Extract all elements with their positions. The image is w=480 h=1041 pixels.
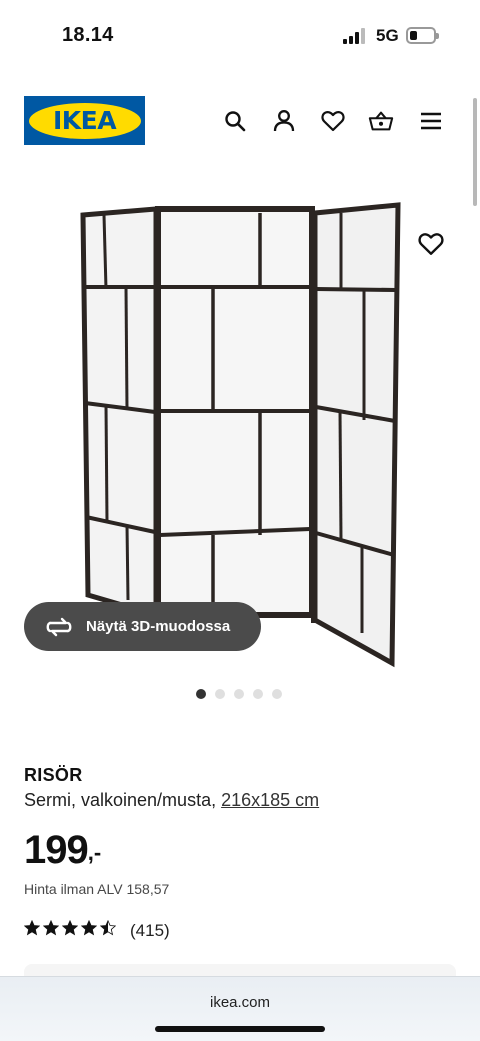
- gallery-pagination[interactable]: [196, 689, 282, 699]
- battery-icon: [406, 27, 439, 44]
- menu-icon[interactable]: [418, 108, 444, 134]
- status-time: 18.14: [62, 24, 114, 46]
- pagination-dot[interactable]: [196, 689, 206, 699]
- product-price: 199 ,-: [24, 828, 101, 873]
- star-full-icon: [80, 919, 98, 941]
- add-to-favourites-icon[interactable]: [418, 232, 444, 258]
- review-count: (415): [130, 920, 170, 940]
- heart-icon[interactable]: [320, 108, 346, 134]
- pagination-dot[interactable]: [215, 689, 225, 699]
- product-rating[interactable]: (415): [23, 919, 170, 941]
- star-full-icon: [61, 919, 79, 941]
- cell-signal-icon: [343, 28, 367, 44]
- ikea-logo[interactable]: IKEA: [24, 96, 145, 145]
- price-suffix: ,-: [87, 840, 102, 865]
- basket-icon[interactable]: [368, 108, 394, 134]
- pagination-dot[interactable]: [272, 689, 282, 699]
- site-header: IKEA: [0, 90, 480, 150]
- product-dimensions-link[interactable]: 216x185 cm: [221, 790, 319, 810]
- star-half-icon: [99, 919, 117, 941]
- product-description: Sermi, valkoinen/musta, 216x185 cm: [24, 790, 319, 811]
- rating-stars: [23, 919, 117, 941]
- browser-address-bar[interactable]: ikea.com: [0, 976, 480, 1041]
- star-full-icon: [23, 919, 41, 941]
- pagination-dot[interactable]: [253, 689, 263, 699]
- pagination-dot[interactable]: [234, 689, 244, 699]
- rotate-3d-icon: [44, 616, 74, 638]
- logo-text: IKEA: [52, 106, 117, 135]
- star-full-icon: [42, 919, 60, 941]
- browser-url: ikea.com: [209, 994, 271, 1011]
- product-name: RISÖR: [24, 765, 83, 785]
- product-type: Sermi, valkoinen/musta,: [24, 790, 217, 810]
- status-bar: 18.14 5G: [0, 0, 480, 70]
- search-icon[interactable]: [222, 108, 248, 134]
- home-indicator: [155, 1026, 325, 1032]
- price-without-vat: Hinta ilman ALV 158,57: [24, 881, 170, 897]
- account-icon[interactable]: [271, 108, 297, 134]
- view-3d-button[interactable]: Näytä 3D-muodossa: [24, 602, 261, 651]
- price-amount: 199: [24, 828, 89, 872]
- view-3d-label: Näytä 3D-muodossa: [86, 618, 231, 635]
- network-type: 5G: [376, 26, 399, 45]
